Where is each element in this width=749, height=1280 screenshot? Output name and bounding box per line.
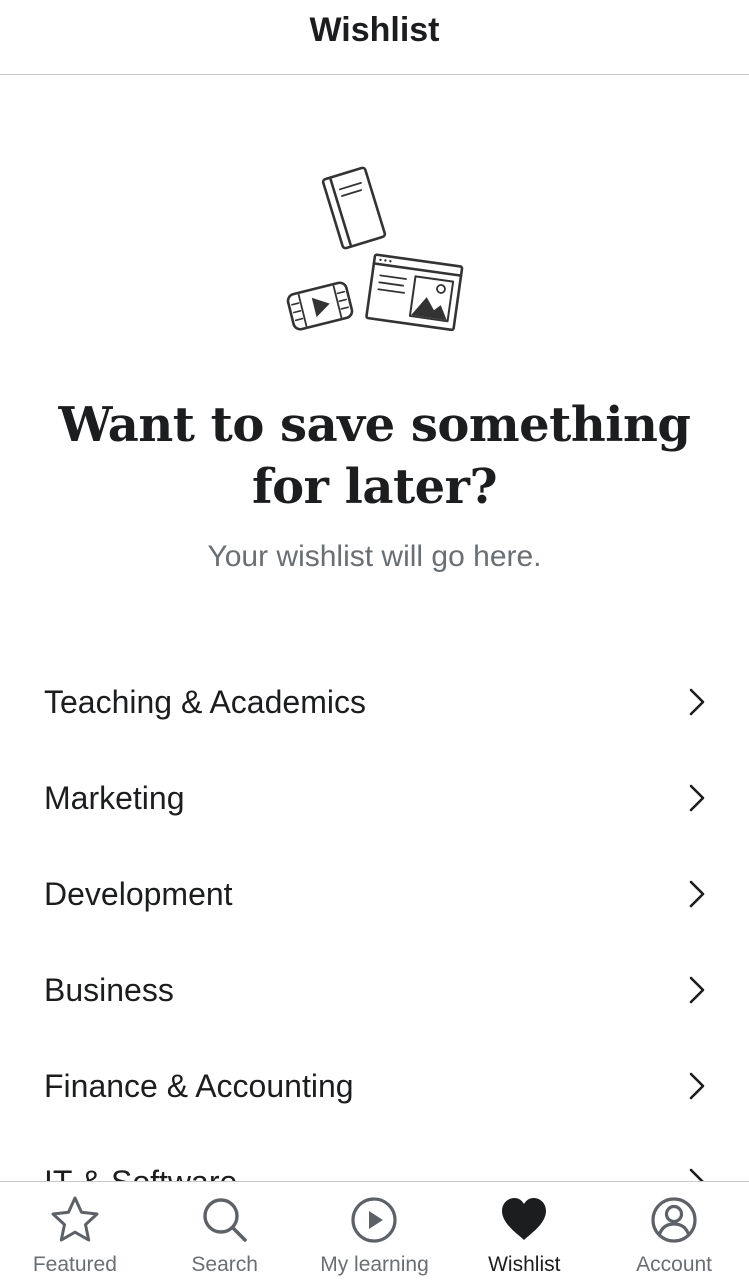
top-bar: Wishlist — [0, 0, 749, 75]
chevron-right-icon — [689, 880, 705, 908]
empty-wishlist-illustration — [286, 166, 464, 332]
chevron-right-icon — [689, 784, 705, 812]
tab-wishlist[interactable]: Wishlist — [449, 1182, 599, 1280]
page-title: Wishlist — [309, 10, 440, 49]
category-item-development[interactable]: Development — [0, 846, 749, 942]
tab-label: Featured — [32, 1253, 117, 1276]
wishlist-content[interactable]: Want to save something for later? Your w… — [0, 76, 749, 1181]
category-label: Finance & Accounting — [44, 1067, 354, 1104]
play-circle-icon — [351, 1197, 398, 1243]
category-label: IT & Software — [44, 1164, 237, 1182]
empty-state-title: Want to save something for later? — [58, 397, 691, 515]
category-item-teaching-academics[interactable]: Teaching & Academics — [0, 654, 749, 750]
empty-state-subtitle: Your wishlist will go here. — [207, 540, 542, 573]
chevron-right-icon — [689, 1072, 705, 1100]
tab-account[interactable]: Account — [599, 1182, 749, 1280]
bottom-tab-bar: Featured Search My learning Wishlist Acc… — [0, 1181, 749, 1280]
category-item-finance-accounting[interactable]: Finance & Accounting — [0, 1038, 749, 1134]
category-item-marketing[interactable]: Marketing — [0, 750, 749, 846]
tab-my-learning[interactable]: My learning — [300, 1182, 450, 1280]
category-label: Marketing — [44, 779, 185, 816]
heart-icon — [502, 1198, 547, 1240]
chevron-right-icon — [689, 688, 705, 716]
tab-label: My learning — [320, 1253, 429, 1276]
chevron-right-icon — [689, 976, 705, 1004]
category-label: Development — [44, 875, 233, 912]
chevron-right-icon — [689, 1168, 704, 1181]
category-item-it-software[interactable]: IT & Software — [0, 1134, 749, 1181]
search-icon — [202, 1198, 247, 1242]
tab-label: Account — [636, 1253, 713, 1276]
category-list: Teaching & Academics Marketing Developme… — [0, 654, 749, 1181]
tab-featured[interactable]: Featured — [0, 1182, 150, 1280]
account-icon — [651, 1197, 697, 1243]
tab-label: Search — [191, 1253, 258, 1276]
category-label: Business — [44, 971, 174, 1008]
tab-label: Wishlist — [488, 1253, 561, 1276]
star-icon — [51, 1196, 99, 1242]
category-item-business[interactable]: Business — [0, 942, 749, 1038]
tab-search[interactable]: Search — [150, 1182, 300, 1280]
category-label: Teaching & Academics — [44, 683, 366, 720]
